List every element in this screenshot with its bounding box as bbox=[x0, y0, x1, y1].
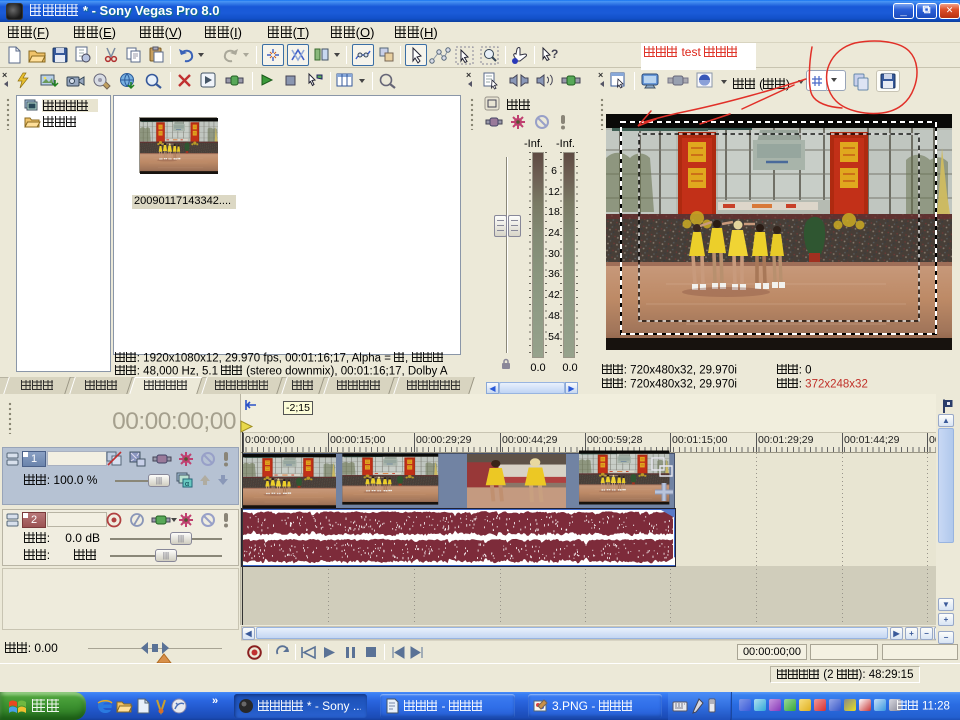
svg-text:α: α bbox=[185, 481, 189, 488]
svg-text:?: ? bbox=[551, 47, 558, 61]
